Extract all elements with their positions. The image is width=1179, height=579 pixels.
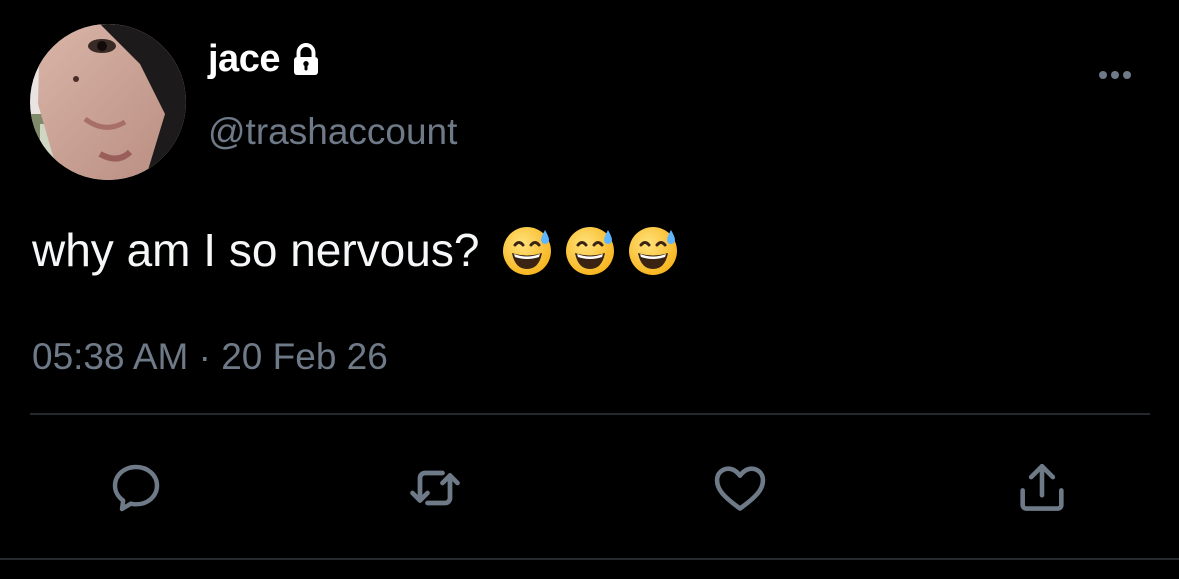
tweet-timestamp[interactable]: 05:38 AM · 20 Feb 26 [32, 336, 388, 378]
speech-bubble-icon [112, 464, 160, 512]
divider [30, 413, 1150, 415]
emoji-group [501, 224, 679, 276]
tweet-text: why am I so nervous? [32, 223, 679, 277]
divider [0, 558, 1179, 560]
display-name-text: jace [208, 38, 280, 80]
avatar[interactable] [30, 24, 186, 180]
tweet-body: why am I so nervous? [32, 224, 480, 276]
lock-icon [288, 42, 324, 78]
grinning-face-with-sweat-icon [564, 224, 616, 276]
reply-button[interactable] [106, 458, 166, 518]
heart-icon [714, 466, 766, 511]
display-name[interactable]: jace [208, 38, 324, 81]
share-upload-icon [1020, 463, 1064, 511]
retweet-arrows-icon [410, 470, 460, 506]
grinning-face-with-sweat-icon [501, 224, 553, 276]
like-button[interactable] [710, 458, 770, 518]
grinning-face-with-sweat-icon [627, 224, 679, 276]
share-button[interactable] [1012, 458, 1072, 518]
retweet-button[interactable] [405, 458, 465, 518]
user-handle[interactable]: @trashaccount [208, 111, 457, 153]
more-options-icon[interactable] [1094, 58, 1136, 92]
